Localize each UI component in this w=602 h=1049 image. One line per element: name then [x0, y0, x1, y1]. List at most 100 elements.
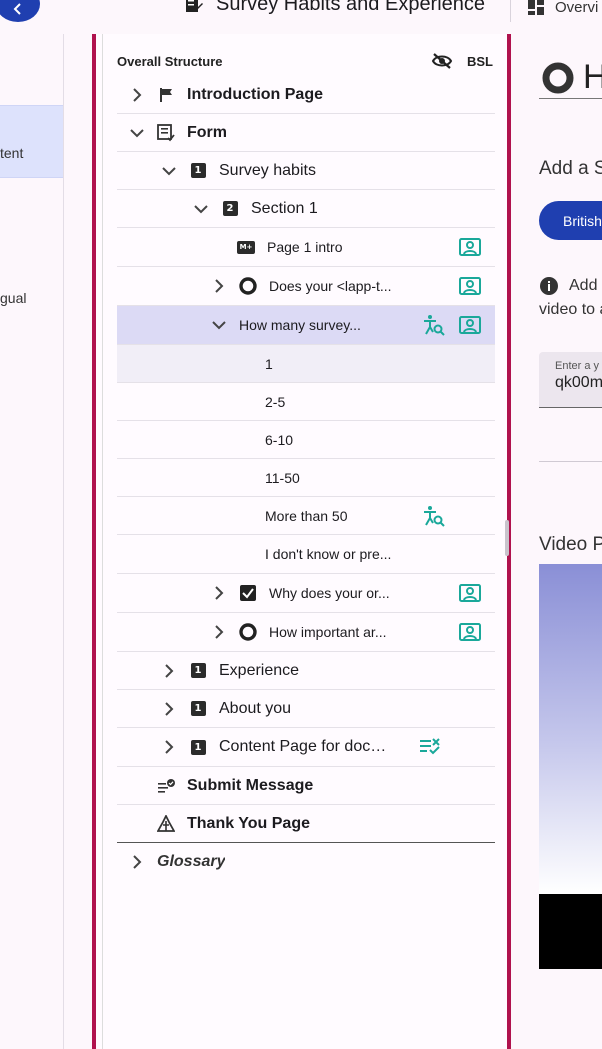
- submit-message-icon: [157, 777, 175, 795]
- tree-row-label: Why does your or...: [269, 585, 390, 601]
- tree-row-label: About you: [219, 699, 292, 717]
- tree-row-form[interactable]: Form: [117, 114, 495, 152]
- chevron-right-icon[interactable]: [129, 87, 145, 103]
- row-badges: [459, 613, 481, 651]
- bsl-video-icon[interactable]: [459, 316, 481, 334]
- tree-row-why-does-your[interactable]: Why does your or...: [117, 574, 495, 613]
- section-number-icon: 2: [221, 200, 239, 218]
- tab-overview[interactable]: Overvi: [510, 0, 598, 22]
- form-checklist-icon: [157, 123, 175, 142]
- tree-row-how-important[interactable]: How important ar...: [117, 613, 495, 652]
- video-id-value[interactable]: qk00m: [555, 374, 602, 392]
- form-edit-icon: [186, 0, 203, 12]
- info-row: Add: [539, 274, 602, 298]
- tree-row-label: Form: [187, 123, 227, 141]
- video-id-label: Enter a y: [555, 360, 600, 372]
- structure-tree-container: Overall Structure BSL Introduction Page …: [102, 34, 502, 1049]
- section-number-badge: 2: [222, 201, 238, 216]
- left-nav: tent gual: [0, 34, 64, 1049]
- chevron-down-icon[interactable]: [161, 163, 177, 179]
- editor-title-text: H: [583, 58, 602, 96]
- bsl-video-icon[interactable]: [459, 277, 481, 295]
- british-sign-language-button[interactable]: British: [539, 201, 602, 240]
- chevron-right-icon[interactable]: [211, 585, 227, 601]
- chevron-right-icon[interactable]: [161, 701, 177, 717]
- chevron-down-icon[interactable]: [129, 125, 145, 141]
- nav-item-language-label: gual: [0, 290, 27, 306]
- page-number-icon: 1: [189, 700, 207, 718]
- british-sign-language-button-label: British: [563, 212, 602, 229]
- tree-row-glossary[interactable]: Glossary: [117, 843, 495, 881]
- tree-row-survey-habits[interactable]: 1 Survey habits: [117, 152, 495, 190]
- flag-icon: [157, 86, 175, 104]
- tree-row-label: Section 1: [251, 199, 318, 217]
- chevron-right-icon[interactable]: [129, 854, 145, 870]
- tree-row-page-1-intro[interactable]: M+ Page 1 intro: [117, 228, 495, 267]
- tree-row-label: Content Page for docu...: [219, 738, 389, 755]
- tree-row-submit-message[interactable]: Submit Message: [117, 767, 495, 805]
- tree-row-option-6-10[interactable]: 6-10: [117, 421, 495, 459]
- tree-row-label: Glossary: [157, 853, 226, 870]
- nav-item-language[interactable]: gual: [0, 290, 63, 306]
- tree-row-label: Submit Message: [187, 776, 314, 794]
- tree-row-content-page[interactable]: 1 Content Page for docu...: [117, 728, 495, 767]
- tree-row-does-your[interactable]: Does your <lapp-t...: [117, 267, 495, 306]
- tree-row-label: Experience: [219, 661, 300, 679]
- info-text: Add video to a: [539, 274, 602, 322]
- editor-panel: H Add a S British Add video to a Enter a…: [511, 34, 602, 1049]
- radio-question-icon: [239, 277, 257, 295]
- info-line-1: Add: [569, 277, 598, 294]
- tree-row-thank-you-page[interactable]: Thank You Page: [117, 805, 495, 843]
- chevron-right-icon[interactable]: [211, 278, 227, 294]
- bsl-video-icon[interactable]: [459, 584, 481, 602]
- structure-panel: Overall Structure BSL Introduction Page …: [92, 34, 511, 1049]
- accessibility-search-icon[interactable]: [423, 314, 445, 336]
- checklist-remove-icon[interactable]: [419, 738, 441, 756]
- accessibility-search-icon[interactable]: [423, 505, 445, 527]
- page-number-badge: 1: [190, 739, 206, 755]
- tree-row-option-2-5[interactable]: 2-5: [117, 383, 495, 421]
- arrow-left-icon: [13, 3, 21, 15]
- tab-overview-label: Overvi: [555, 0, 599, 16]
- video-preview-frame[interactable]: [539, 894, 602, 969]
- chevron-down-icon[interactable]: [211, 317, 227, 333]
- panel-resize-handle[interactable]: [505, 520, 509, 556]
- nav-item-content[interactable]: tent: [0, 105, 63, 178]
- page-number-icon: 1: [189, 738, 207, 756]
- dashboard-icon: [528, 0, 544, 15]
- tree-row-about-you[interactable]: 1 About you: [117, 690, 495, 728]
- video-id-field[interactable]: Enter a y qk00m: [539, 352, 602, 408]
- info-line-2: video to a: [539, 301, 602, 318]
- tree-row-option-dont-know[interactable]: I don't know or pre...: [117, 535, 495, 574]
- bsl-video-icon[interactable]: [459, 623, 481, 641]
- chevron-right-icon[interactable]: [161, 663, 177, 679]
- tree-row-label: Does your <lapp-t...: [269, 278, 392, 294]
- chevron-down-icon[interactable]: [193, 201, 209, 217]
- nav-item-content-label: tent: [0, 145, 24, 161]
- tree-row-option-11-50[interactable]: 11-50: [117, 459, 495, 497]
- tree-row-option-1[interactable]: 1: [117, 345, 495, 383]
- tree-row-label: 1: [265, 355, 273, 372]
- tree-row-how-many-survey[interactable]: How many survey...: [117, 306, 495, 345]
- editor-title: H: [541, 58, 602, 97]
- chevron-right-icon[interactable]: [161, 739, 177, 755]
- row-badges: [423, 306, 481, 344]
- tree-row-label: More than 50: [265, 507, 348, 524]
- video-preview[interactable]: [539, 564, 602, 894]
- tree-row-experience[interactable]: 1 Experience: [117, 652, 495, 690]
- visibility-off-icon[interactable]: [431, 52, 453, 70]
- back-button[interactable]: [0, 0, 40, 22]
- bsl-video-icon[interactable]: [459, 238, 481, 256]
- tree-row-label: I don't know or pre...: [265, 546, 392, 562]
- tree-row-label: 6-10: [265, 431, 294, 448]
- top-bar: Survey Habits and Experience Overvi: [0, 0, 602, 34]
- celebration-icon: [157, 814, 175, 833]
- tree-row-section-1[interactable]: 2 Section 1: [117, 190, 495, 228]
- tree-row-option-more-than-50[interactable]: More than 50: [117, 497, 495, 535]
- chevron-right-icon[interactable]: [211, 624, 227, 640]
- radio-question-icon: [542, 62, 574, 93]
- page-number-badge: 1: [190, 701, 206, 716]
- tree-row-introduction-page[interactable]: Introduction Page: [117, 76, 495, 114]
- add-section-heading: Add a S: [539, 158, 602, 179]
- bsl-column-label: BSL: [467, 53, 493, 69]
